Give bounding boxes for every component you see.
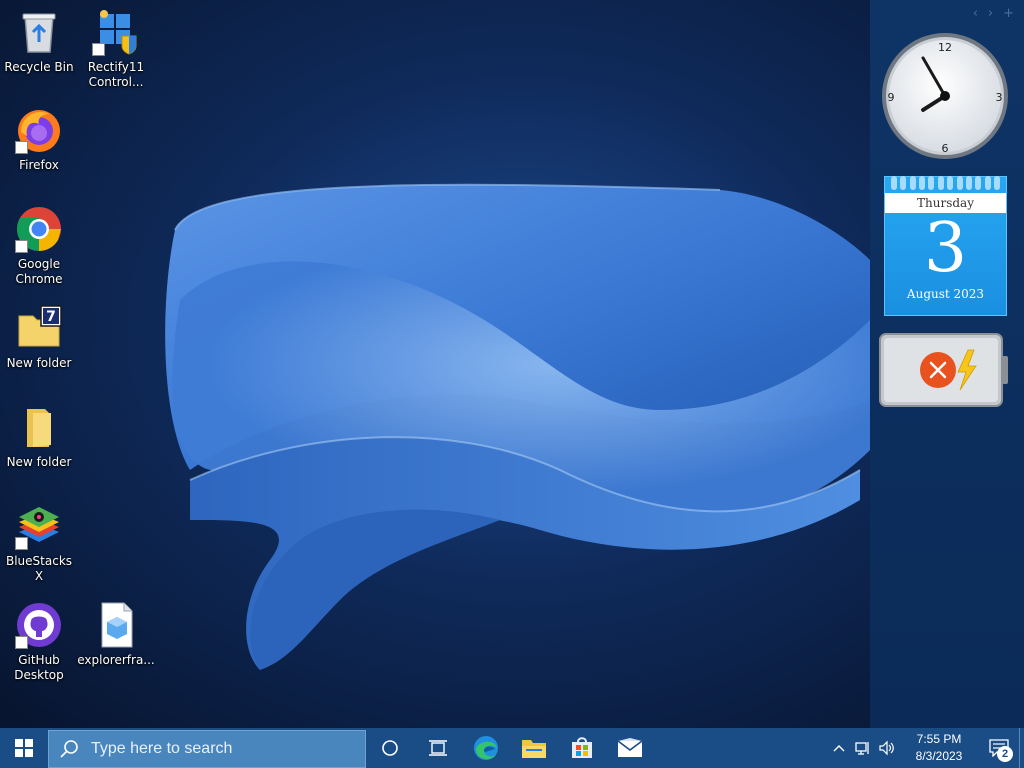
action-center-button[interactable]: 2 [979, 728, 1019, 768]
file-explorer-button[interactable] [510, 728, 558, 768]
start-button[interactable] [0, 728, 48, 768]
clock-number-3: 3 [996, 91, 1003, 104]
desktop-icon-label: Google Chrome [15, 257, 63, 286]
mail-button[interactable] [606, 728, 654, 768]
desktop-icon-label: Recycle Bin [4, 60, 74, 74]
search-input[interactable]: Type here to search [48, 729, 366, 768]
store-button[interactable] [558, 728, 606, 768]
network-button[interactable] [851, 728, 875, 768]
calendar-gadget[interactable]: Thursday 3 August 2023 [884, 176, 1007, 316]
desktop-icon-recycle-bin[interactable]: Recycle Bin [0, 8, 78, 75]
clock-gadget[interactable]: 12 3 6 9 [880, 30, 1010, 162]
taskbar: Type here to search 7:55 PM 8/3/2023 2 [0, 728, 1024, 768]
cortana-icon [382, 740, 398, 756]
sidebar-prev-button[interactable]: ‹ [973, 6, 978, 21]
task-view-icon [429, 740, 447, 756]
desktop-icon-firefox[interactable]: Firefox [0, 106, 78, 173]
svg-text:7: 7 [46, 309, 56, 325]
store-icon [572, 737, 592, 758]
battery-gadget[interactable] [878, 332, 1010, 410]
desktop-icon-new-folder[interactable]: New folder [0, 403, 78, 470]
github-icon [15, 601, 63, 649]
mail-icon [617, 738, 643, 757]
desktop-icon-bluestacks-x[interactable]: BlueStacks X [0, 502, 78, 584]
file-icon [92, 601, 140, 649]
desktop-icon-label: Firefox [19, 158, 59, 172]
speaker-icon [879, 740, 894, 756]
control-panel-icon [92, 8, 140, 56]
search-icon [60, 739, 78, 758]
windows-logo-icon [15, 739, 33, 757]
folder-7zip-icon: 7 [15, 304, 63, 352]
desktop-icon-google-chrome[interactable]: Google Chrome [0, 205, 78, 287]
sidebar-nav: ‹ › + [973, 6, 1014, 21]
sidebar-next-button[interactable]: › [988, 6, 993, 21]
chevron-up-icon [833, 745, 845, 752]
calendar-day: 3 [923, 209, 968, 288]
clock-number-6: 6 [942, 142, 949, 155]
show-desktop-button[interactable] [1019, 728, 1024, 768]
file-explorer-icon [522, 740, 546, 758]
desktop-icon-new-folder-7zip[interactable]: 7 New folder [0, 304, 78, 371]
desktop-icon-label: BlueStacks X [5, 554, 73, 583]
firefox-icon [15, 106, 63, 154]
edge-button[interactable] [462, 728, 510, 768]
search-placeholder: Type here to search [91, 739, 233, 757]
desktop-icon-label: New folder [6, 455, 72, 469]
clock-number-12: 12 [938, 41, 952, 54]
desktop-icon-rectify11-control[interactable]: Rectify11 Control... [77, 8, 155, 90]
volume-button[interactable] [875, 728, 899, 768]
desktop-icon-label: GitHub Desktop [14, 653, 64, 682]
battery-error-icon [920, 352, 956, 388]
sidebar-add-button[interactable]: + [1003, 6, 1014, 21]
taskbar-date: 8/3/2023 [915, 749, 963, 763]
desktop-icon-label: explorerfra... [77, 653, 155, 667]
system-tray: 7:55 PM 8/3/2023 2 [827, 728, 1024, 768]
shortcut-arrow-icon [92, 43, 105, 56]
desktop-icon-label: Rectify11 Control... [87, 60, 145, 89]
folder-icon [15, 403, 63, 451]
clock-number-9: 9 [888, 91, 895, 104]
notification-count-badge: 2 [997, 746, 1013, 762]
show-hidden-icons-button[interactable] [827, 728, 851, 768]
shortcut-arrow-icon [15, 240, 28, 253]
taskbar-clock[interactable]: 7:55 PM 8/3/2023 [899, 731, 979, 765]
shortcut-arrow-icon [15, 636, 28, 649]
taskbar-time: 7:55 PM [916, 732, 962, 746]
desktop-icon-explorerframe[interactable]: explorerfra... [77, 601, 155, 668]
calendar-binding-rings [885, 176, 1006, 192]
calendar-month-year: August 2023 [906, 287, 985, 301]
recycle-bin-icon [15, 8, 63, 56]
chrome-icon [15, 205, 63, 253]
shortcut-arrow-icon [15, 537, 28, 550]
network-icon [855, 742, 869, 755]
desktop-icon-github-desktop[interactable]: GitHub Desktop [0, 601, 78, 683]
gadget-sidebar: ‹ › + 12 3 6 9 Thursday 3 August 2023 [870, 0, 1024, 728]
bluestacks-icon [15, 502, 63, 550]
edge-icon [474, 736, 498, 760]
cortana-button[interactable] [366, 728, 414, 768]
task-view-button[interactable] [414, 728, 462, 768]
desktop-icon-label: New folder [6, 356, 72, 370]
shortcut-arrow-icon [15, 141, 28, 154]
